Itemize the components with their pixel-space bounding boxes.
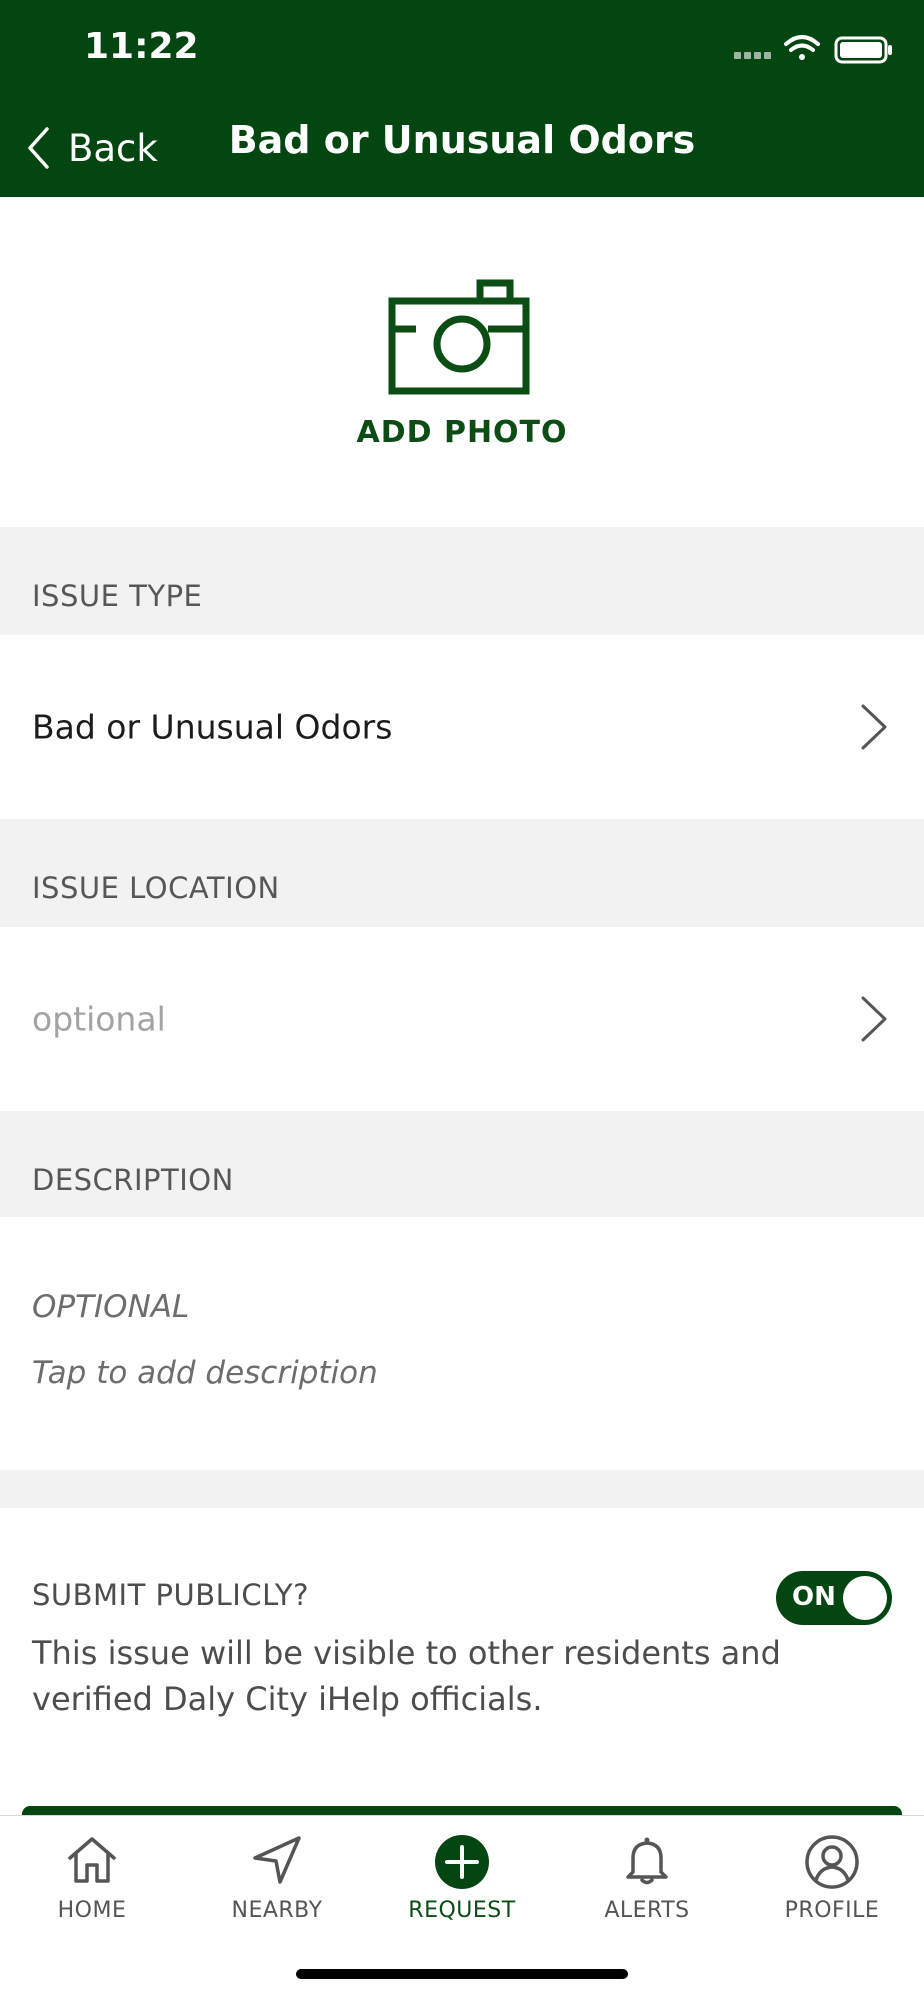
toggle-knob bbox=[843, 1576, 887, 1620]
issue-location-header-label: ISSUE LOCATION bbox=[32, 871, 280, 905]
issue-location-header: ISSUE LOCATION bbox=[0, 819, 924, 927]
status-bar-icons bbox=[734, 35, 892, 64]
tab-nearby[interactable]: NEARBY bbox=[185, 1816, 369, 1936]
tab-label-alerts: ALERTS bbox=[604, 1898, 690, 1923]
chevron-right-icon bbox=[861, 996, 887, 1042]
chevron-left-icon bbox=[28, 127, 49, 169]
description-header-label: DESCRIPTION bbox=[32, 1163, 234, 1197]
description-optional-label: OPTIONAL bbox=[32, 1289, 190, 1325]
app-header: 11:22 Back Bad or Unusual Odors bbox=[0, 0, 924, 197]
profile-icon bbox=[805, 1835, 859, 1889]
issue-location-row[interactable]: optional bbox=[0, 927, 924, 1111]
back-button[interactable]: Back bbox=[26, 120, 158, 176]
issue-location-placeholder: optional bbox=[32, 999, 166, 1039]
status-icons bbox=[694, 30, 894, 70]
add-photo-button[interactable]: ADD PHOTO bbox=[0, 197, 924, 527]
wifi-icon bbox=[784, 35, 820, 60]
tab-alerts[interactable]: ALERTS bbox=[555, 1816, 739, 1936]
tab-request[interactable]: REQUEST bbox=[370, 1816, 554, 1936]
tab-label-request: REQUEST bbox=[408, 1898, 516, 1923]
battery-icon bbox=[834, 36, 892, 64]
description-header: DESCRIPTION bbox=[0, 1111, 924, 1219]
toggle-state-label: ON bbox=[792, 1582, 836, 1612]
bell-icon bbox=[626, 1837, 668, 1885]
plus-circle-icon bbox=[435, 1835, 489, 1889]
description-placeholder[interactable]: Tap to add description bbox=[32, 1355, 378, 1391]
submit-publicly-toggle[interactable]: ON bbox=[776, 1571, 892, 1625]
issue-type-value: Bad or Unusual Odors bbox=[32, 707, 393, 747]
issue-type-row[interactable]: Bad or Unusual Odors bbox=[0, 635, 924, 819]
back-label: Back bbox=[68, 126, 158, 170]
description-field[interactable]: OPTIONAL Tap to add description bbox=[0, 1217, 924, 1470]
camera-icon bbox=[388, 279, 530, 395]
issue-type-header: ISSUE TYPE bbox=[0, 527, 924, 635]
status-time: 11:22 bbox=[84, 26, 199, 67]
tab-label-home: HOME bbox=[57, 1898, 127, 1923]
home-icon bbox=[68, 1837, 116, 1883]
tab-profile[interactable]: PROFILE bbox=[740, 1816, 924, 1936]
submit-publicly-description: This issue will be visible to other resi… bbox=[32, 1634, 781, 1718]
section-divider bbox=[0, 1470, 924, 1508]
issue-type-header-label: ISSUE TYPE bbox=[32, 579, 203, 613]
tab-label-nearby: NEARBY bbox=[231, 1898, 323, 1923]
home-indicator bbox=[296, 1969, 628, 1979]
chevron-right-icon bbox=[861, 704, 887, 750]
signal-icon bbox=[734, 52, 771, 59]
add-photo-label: ADD PHOTO bbox=[356, 415, 568, 450]
tab-home[interactable]: HOME bbox=[0, 1816, 184, 1936]
location-arrow-icon bbox=[253, 1836, 301, 1884]
tab-label-profile: PROFILE bbox=[784, 1898, 880, 1923]
submit-publicly-title: SUBMIT PUBLICLY? bbox=[32, 1578, 310, 1612]
